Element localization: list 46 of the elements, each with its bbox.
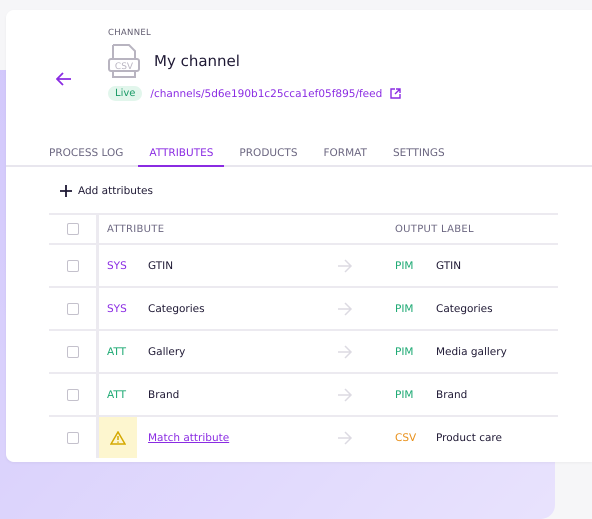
- output-label: Media gallery: [436, 346, 507, 358]
- row-checkbox[interactable]: [66, 432, 78, 444]
- arrow-right-icon: [337, 388, 353, 402]
- attribute-name: Categories: [148, 302, 205, 314]
- warning-icon: [110, 430, 126, 444]
- section-label: CHANNEL: [108, 28, 152, 38]
- arrow-right-icon: [337, 302, 353, 316]
- attribute-name: Brand: [148, 388, 180, 400]
- status-badge: Live: [108, 86, 142, 101]
- row-checkbox[interactable]: [66, 346, 78, 358]
- feed-link[interactable]: /channels/5d6e190b1c25cca1ef05f895/feed: [150, 88, 382, 100]
- tab[interactable]: FORMAT: [312, 143, 378, 167]
- row-checkbox[interactable]: [66, 388, 78, 400]
- row-checkbox[interactable]: [66, 302, 78, 314]
- target-tag: PIM: [395, 346, 436, 358]
- target-tag: PIM: [395, 302, 436, 314]
- tab[interactable]: PROCESS LOG: [38, 143, 134, 167]
- source-tag: ATT: [107, 388, 148, 400]
- tab[interactable]: ATTRIBUTES: [138, 143, 224, 167]
- output-label: Product care: [436, 432, 502, 444]
- output-label: GTIN: [436, 260, 462, 272]
- arrow-right-icon: [337, 430, 353, 444]
- target-tag: PIM: [395, 388, 436, 400]
- output-label: Brand: [436, 388, 468, 400]
- match-attribute-link[interactable]: Match attribute: [148, 432, 230, 444]
- arrow-right-icon: [337, 258, 353, 272]
- external-link-icon[interactable]: [390, 88, 402, 99]
- arrow-right-icon: [337, 344, 353, 358]
- target-tag: PIM: [395, 260, 436, 272]
- channel-title: My channel: [154, 52, 240, 70]
- tab[interactable]: PRODUCTS: [228, 143, 308, 167]
- select-all-checkbox[interactable]: [66, 223, 78, 235]
- output-label: Categories: [436, 302, 493, 314]
- column-header: ATTRIBUTE: [107, 224, 164, 234]
- tab[interactable]: SETTINGS: [382, 143, 456, 167]
- source-tag: SYS: [107, 260, 148, 272]
- back-arrow-icon[interactable]: [56, 72, 72, 86]
- attribute-name: GTIN: [148, 260, 174, 272]
- source-tag: SYS: [107, 302, 148, 314]
- add-attributes-button[interactable]: Add attributes: [78, 185, 153, 197]
- row-checkbox[interactable]: [66, 260, 78, 272]
- source-tag: ATT: [107, 346, 148, 358]
- column-header: OUTPUT LABEL: [395, 224, 474, 234]
- attribute-name: Gallery: [148, 346, 186, 358]
- plus-icon[interactable]: [60, 185, 72, 197]
- target-tag: CSV: [395, 432, 436, 444]
